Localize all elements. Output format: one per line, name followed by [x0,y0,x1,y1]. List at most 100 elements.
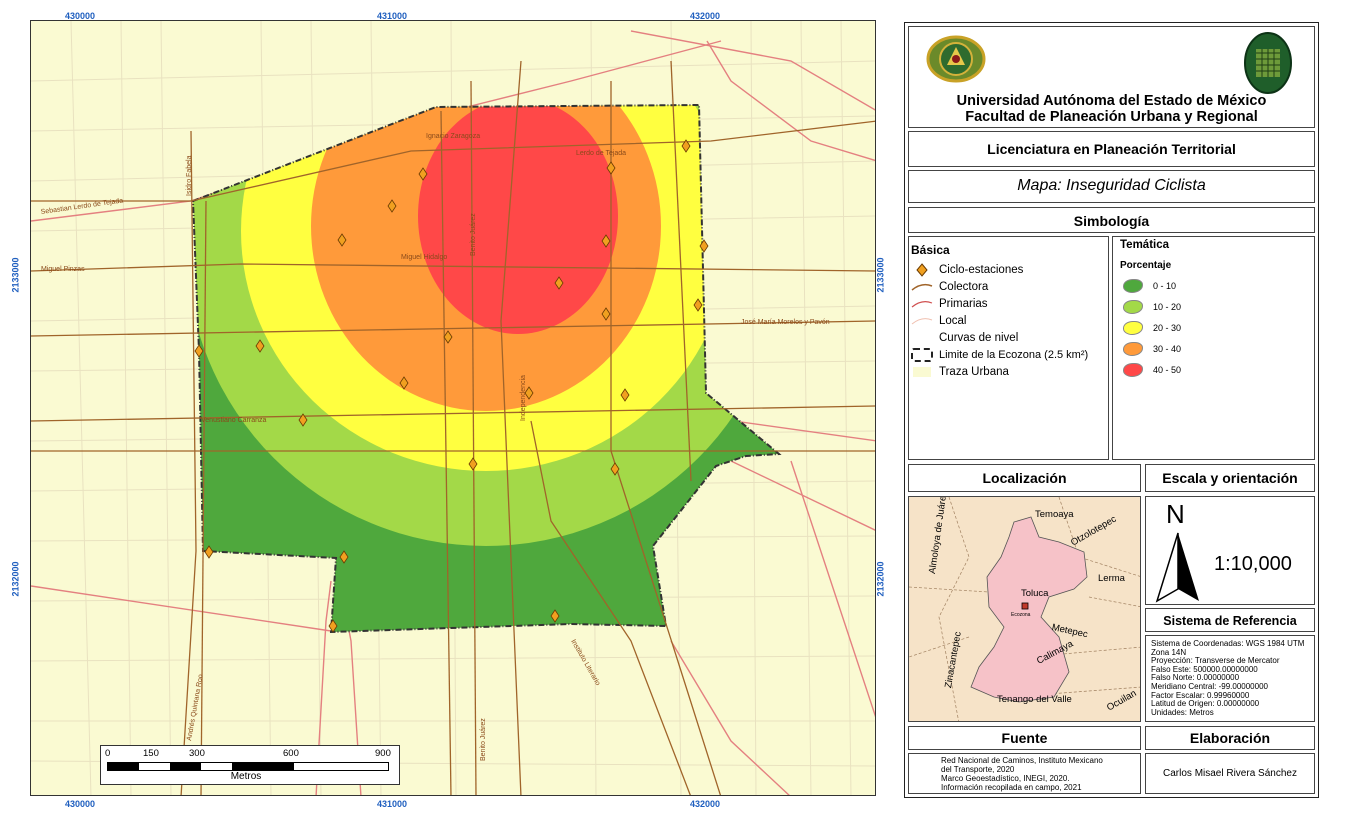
thematic-legend-item: 0 - 10 [1123,275,1303,296]
color-swatch-icon [1123,299,1143,314]
coord-right-2133000: 2133000 [875,257,886,293]
coord-right-2132000: 2132000 [875,561,886,597]
reference-box: Sistema de Coordenadas: WGS 1984 UTM Zona… [1145,635,1315,722]
credits-title: Elaboración [1189,730,1271,746]
diamond-icon [911,262,933,277]
north-letter: N [1166,499,1185,529]
map-canvas[interactable]: Sebastian Lerdo de Tejada Miguel Pinzas … [31,21,876,796]
color-swatch-icon [1123,341,1143,356]
source-line: Marco Geoestadístico, INEGI, 2020. [941,774,1070,783]
legend-item-local: Local [911,312,1109,329]
legend-label: Primarias [939,297,988,310]
legend-item-urban: Traza Urbana [911,363,1109,380]
street-label: Independencia [520,375,527,421]
loc-label: Tenango del Valle [997,694,1072,705]
street-label: Venustiano Carranza [201,417,266,424]
thematic-label: 20 - 30 [1153,322,1182,333]
location-title-box: Localización [908,464,1141,492]
scale-tick: 150 [143,748,159,759]
university-name: Universidad Autónoma del Estado de Méxic… [956,93,1267,109]
street-label: Lerdo de Tejada [576,150,626,157]
line-icon [911,314,933,328]
street-label: Instituto Literario [569,639,601,687]
location-map: Almoloya de Juárez Temoaya Otzolotepec L… [908,496,1141,722]
source-line: Red Nacional de Caminos, Instituto Mexic… [941,756,1103,765]
thematic-legend-item: 30 - 40 [1123,338,1303,359]
street-label: Benito Juárez [470,213,477,256]
thematic-legend-item: 10 - 20 [1123,296,1303,317]
legend-label: Curvas de nivel [939,331,1019,344]
street-label: Miguel Pinzas [41,266,85,273]
color-swatch-icon [1123,362,1143,377]
uaemex-logo [925,31,987,87]
coord-bottom-432000: 432000 [690,799,721,809]
color-swatch-icon [1123,320,1143,335]
legend-item-contours: Curvas de nivel [911,329,1109,346]
legend-item-collector: Colectora [911,278,1109,295]
reference-title: Sistema de Referencia [1163,614,1297,628]
credits-box: Carlos Misael Rivera Sánchez [1145,753,1315,794]
toluca-municipality [970,516,1088,703]
street-label: Sebastian Lerdo de Tejada [40,197,123,216]
thematic-label: 10 - 20 [1153,301,1182,312]
degree-title: Licenciatura en Planeación Territorial [987,141,1236,157]
legend-item-primary: Primarias [911,295,1109,312]
ecozona-marker [1021,602,1029,610]
scale-tick: 600 [283,748,299,759]
coord-left-2133000: 2133000 [10,257,21,293]
coord-bottom-430000: 430000 [65,799,96,809]
scale-orientation-title: Escala y orientación [1162,470,1298,486]
coord-bottom-431000: 431000 [377,799,408,809]
source-title-box: Fuente [908,726,1141,750]
legend-label: Local [939,314,967,327]
loc-label: Temoaya [1035,509,1074,520]
coord-top-432000: 432000 [690,11,721,21]
street-label: Isidro Fabela [186,155,193,196]
loc-label: Ecozona [1011,612,1031,618]
loc-label: Lerma [1098,573,1125,584]
thematic-legend: Temática Porcentaje 0 - 10 10 - 20 20 - 30… [1112,236,1315,460]
street-label: Miguel Hidalgo [401,254,447,261]
line-icon [911,297,933,311]
boundary-icon [911,347,933,362]
map-title-box: Mapa: Inseguridad Ciclista [908,170,1315,203]
legend-label: Colectora [939,280,989,293]
thematic-label: 30 - 40 [1153,343,1182,354]
scale-orientation-box: N 1:10,000 [1145,496,1315,605]
thematic-label: 40 - 50 [1153,364,1182,375]
scale-tick: 900 [375,748,391,759]
source-line: Información recopilada en campo, 2021 [941,783,1082,792]
urban-swatch-icon [911,365,933,379]
street-label: Benito Juárez [480,718,487,761]
reference-title-box: Sistema de Referencia [1145,608,1315,632]
legend-label: Limite de la Ecozona (2.5 km²) [939,348,1089,361]
legend-label: Traza Urbana [939,365,1009,378]
thematic-legend-title: Temática [1120,239,1170,251]
legend-item-ecozona: Limite de la Ecozona (2.5 km²) [911,346,1109,363]
scale-orientation-title-box: Escala y orientación [1145,464,1315,492]
thematic-label: 0 - 10 [1153,280,1177,291]
credits-title-box: Elaboración [1145,726,1315,750]
faculty-name: Facultad de Planeación Urbana y Regional [965,109,1258,125]
coord-top-430000: 430000 [65,11,96,21]
basic-legend: Básica Ciclo-estaciones Colectora Primar… [908,236,1109,460]
thematic-legend-item: 40 - 50 [1123,359,1303,380]
coord-top-431000: 431000 [377,11,408,21]
map-frame: Sebastian Lerdo de Tejada Miguel Pinzas … [30,20,876,796]
reference-line: Unidades: Metros [1151,707,1214,717]
basic-legend-title: Básica [911,243,950,257]
scale-ratio: 1:10,000 [1214,553,1292,575]
author-name: Carlos Misael Rivera Sánchez [1163,768,1297,779]
legend-title: Simbología [1073,213,1150,229]
legend-label: Ciclo-estaciones [939,263,1024,276]
scale-unit: Metros [230,771,262,782]
header-box: Universidad Autónoma del Estado de Méxic… [908,26,1315,128]
faculty-logo [1243,31,1293,95]
degree-box: Licenciatura en Planeación Territorial [908,131,1315,167]
map-title: Mapa: Inseguridad Ciclista [1017,177,1206,194]
color-swatch-icon [1123,278,1143,293]
north-arrow-icon [1155,531,1201,608]
legend-title-box: Simbología [908,207,1315,233]
thematic-legend-item: 20 - 30 [1123,317,1303,338]
location-title: Localización [982,470,1067,486]
